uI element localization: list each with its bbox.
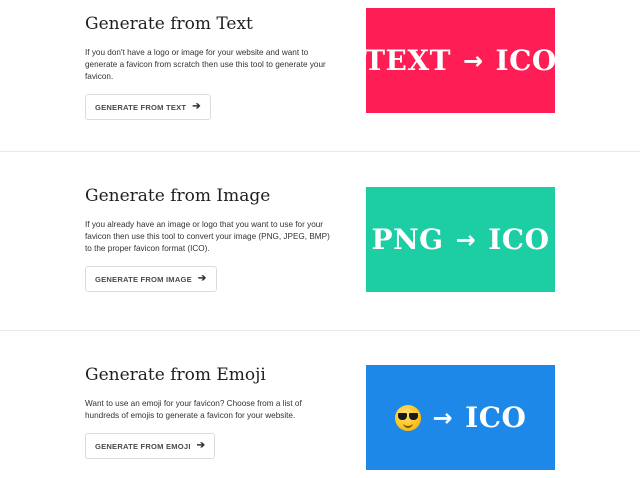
banner-arrow: → [455,225,477,254]
arrow-right-icon: ➔ [197,273,207,284]
section-image: Generate from Image If you already have … [0,152,640,330]
button-label: GENERATE FROM IMAGE [95,274,192,284]
button-label: GENERATE FROM EMOJI [95,441,191,451]
banner-left-label: TEXT [364,44,451,77]
text-to-ico-banner: TEXT → ICO [364,8,557,113]
section-description: If you already have an image or logo tha… [85,220,330,253]
generate-from-emoji-button[interactable]: GENERATE FROM EMOJI ➔ [85,433,216,459]
banner-right-label: ICO [465,401,527,434]
arrow-right-icon: ➔ [196,440,206,451]
section-text: Generate from Text If you don't have a l… [0,0,640,151]
section-image-content: Generate from Image If you already have … [85,186,335,292]
section-emoji: Generate from Emoji Want to use an emoji… [0,331,640,478]
banner-left-label: PNG [371,223,444,256]
button-label: GENERATE FROM TEXT [95,102,187,112]
banner-right-label: ICO [495,44,557,77]
section-title: Generate from Emoji [85,365,266,385]
emoji-to-ico-banner: → ICO [366,365,555,470]
banner-arrow: → [462,46,484,75]
sunglasses-emoji-icon [394,404,421,431]
section-emoji-content: Generate from Emoji Want to use an emoji… [85,365,335,459]
banner-right-label: ICO [488,223,550,256]
banner-arrow: → [432,403,454,432]
section-title: Generate from Image [85,186,271,206]
generate-from-image-button[interactable]: GENERATE FROM IMAGE ➔ [85,266,217,292]
section-description: If you don't have a logo or image for yo… [85,48,326,81]
arrow-right-icon: ➔ [192,101,201,112]
generate-from-text-button[interactable]: GENERATE FROM TEXT ➔ [85,94,211,120]
section-text-content: Generate from Text If you don't have a l… [85,14,335,120]
png-to-ico-banner: PNG → ICO [366,187,555,292]
section-title: Generate from Text [85,14,253,34]
section-description: Want to use an emoji for your favicon? C… [85,399,302,420]
